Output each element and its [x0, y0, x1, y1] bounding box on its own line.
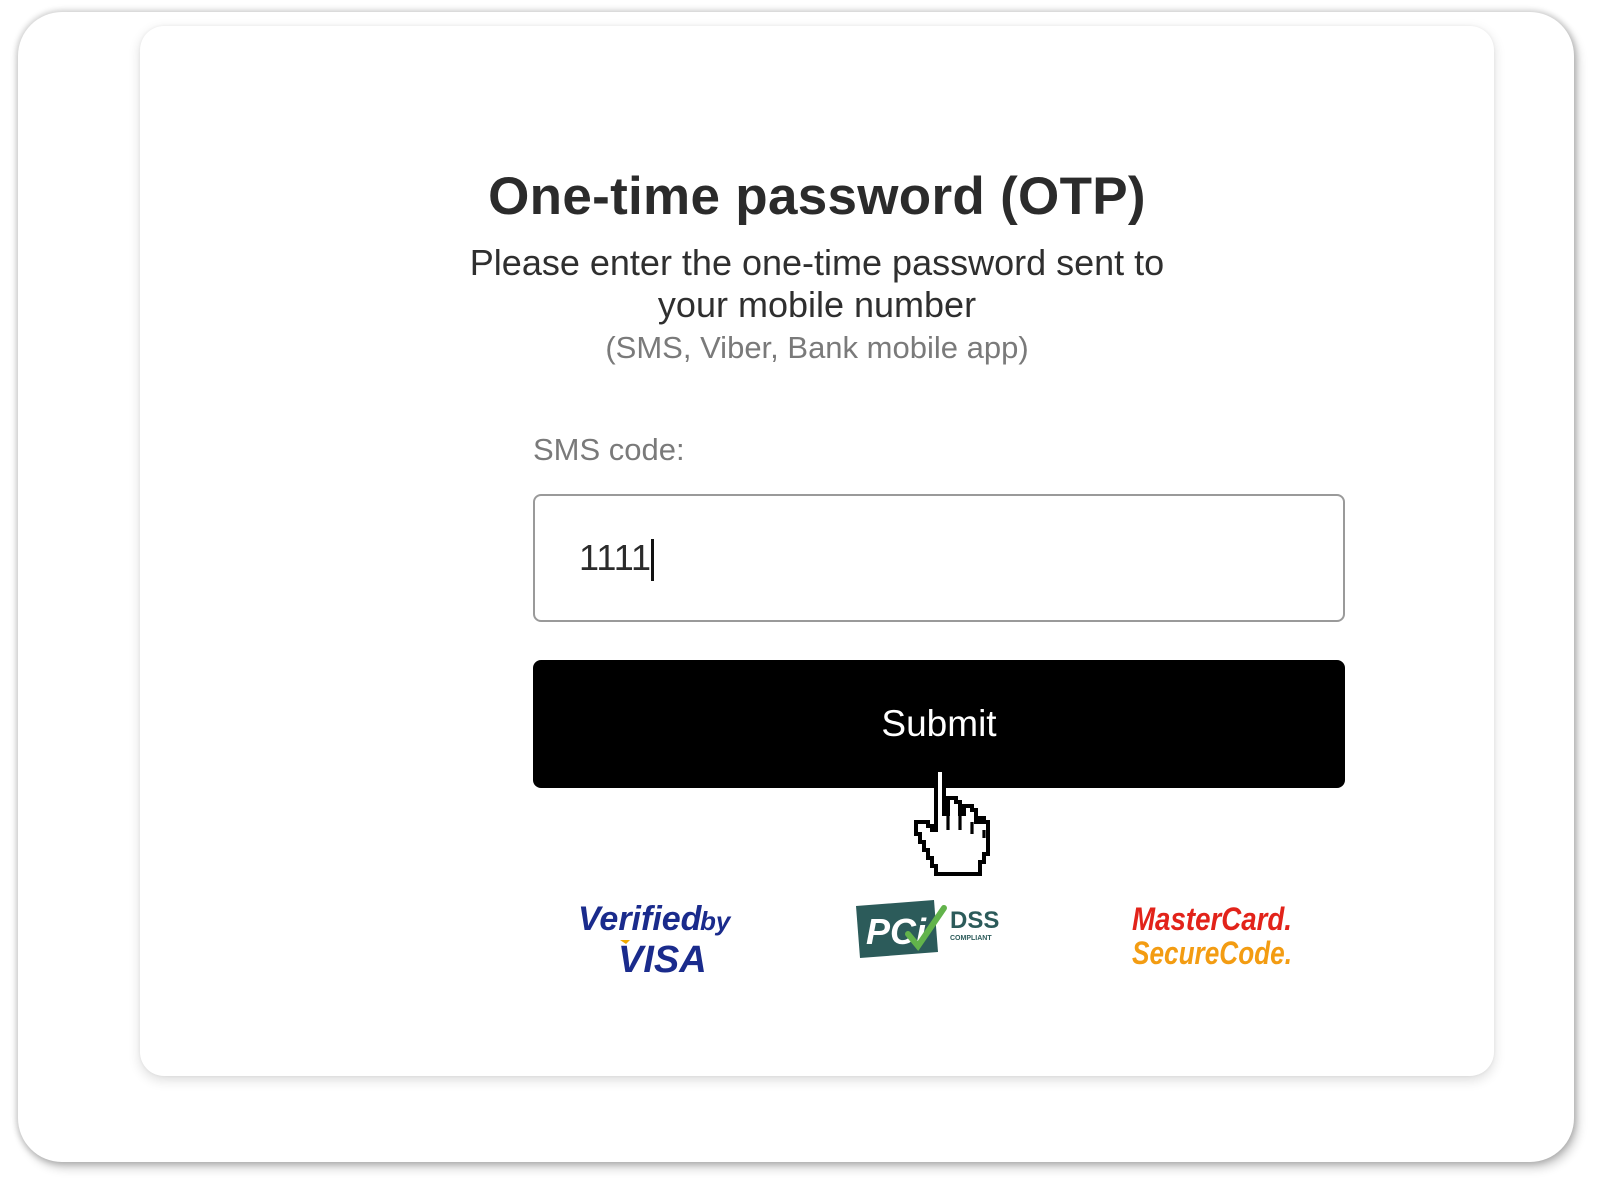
sms-code-label: SMS code: [533, 432, 685, 467]
mastercard-text: MasterCard. [1132, 901, 1292, 937]
page-title: One-time password (OTP) [488, 167, 1146, 226]
pci-dss-text: DSS [950, 907, 999, 934]
verified-by-visa-logo: Verified by VISA [578, 900, 732, 976]
sms-code-input[interactable] [533, 494, 1345, 622]
securecode-text: SecureCode. [1132, 935, 1292, 970]
visa-by-text: by [700, 906, 732, 936]
pci-compliant-text: COMPLIANT [950, 935, 992, 942]
visa-verified-text: Verified [578, 900, 703, 938]
delivery-channels-text: (SMS, Viber, Bank mobile app) [605, 330, 1029, 365]
pci-dss-logo: PCi DSS COMPLIANT [856, 900, 999, 958]
outer-frame: One-time password (OTP) Please enter the… [18, 12, 1574, 1162]
text-caret [651, 539, 654, 581]
mastercard-securecode-logo: MasterCard. SecureCode. [1132, 901, 1292, 970]
visa-brand-text: VISA [618, 939, 707, 976]
security-badges: Verified by VISA PCi DSS COMPLIANT Maste… [140, 896, 1494, 976]
hand-pointer-icon [914, 768, 990, 876]
otp-card: One-time password (OTP) Please enter the… [140, 26, 1494, 1076]
instructions-text: Please enter the one-time password sent … [469, 242, 1165, 325]
